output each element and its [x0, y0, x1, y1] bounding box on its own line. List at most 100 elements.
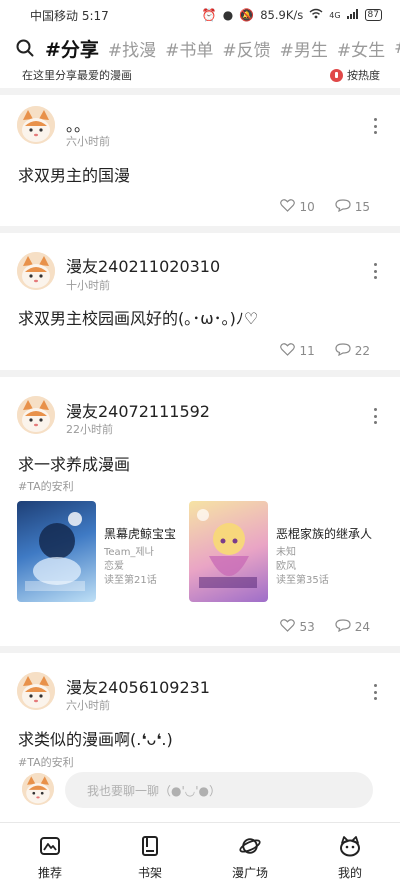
tab-overflow[interactable]: #	[394, 38, 400, 58]
like-button[interactable]: 53	[280, 619, 315, 635]
bottom-nav: 推荐 书架 漫广场 我的	[0, 822, 400, 889]
status-bar: 中国移动 5:17 ⏰ ● 🔕 85.9K/s 4G 87	[0, 0, 400, 30]
username[interactable]: 漫友240211020310	[66, 253, 220, 277]
manga-progress: 读至第21话	[104, 575, 157, 586]
sort-toggle[interactable]: 按热度	[330, 67, 380, 83]
like-button[interactable]: 11	[280, 343, 315, 359]
feed-subbar: 在这里分享最爱的漫画 按热度	[0, 66, 400, 84]
nav-manga-square[interactable]: 漫广场	[200, 823, 300, 889]
location-icon: ●	[222, 8, 234, 22]
nav-recommend[interactable]: 推荐	[0, 823, 100, 889]
bookshelf-icon	[139, 835, 161, 857]
status-left: 中国移动 5:17	[30, 7, 109, 24]
post-content[interactable]: 求一求养成漫画	[18, 451, 130, 475]
hot-icon	[330, 68, 343, 82]
recommend-tag[interactable]: #TA的安利	[18, 754, 74, 770]
feed-subtitle: 在这里分享最爱的漫画	[22, 69, 132, 82]
comment-button[interactable]: 22	[335, 343, 370, 359]
heart-icon	[280, 199, 296, 215]
post-stats: 10 15	[280, 199, 370, 215]
heart-icon	[280, 619, 296, 635]
heart-icon	[280, 343, 296, 359]
comment-icon	[335, 343, 351, 359]
tab-feedback[interactable]: #反馈	[222, 36, 270, 61]
status-right: ⏰ ● 🔕 85.9K/s 4G 87	[202, 8, 382, 22]
comment-button[interactable]: 15	[335, 199, 370, 215]
comment-icon	[335, 619, 351, 635]
more-icon[interactable]	[372, 263, 378, 279]
tab-booklist[interactable]: #书单	[165, 36, 213, 61]
mute-icon: 🔕	[239, 8, 255, 22]
more-icon[interactable]	[372, 408, 378, 424]
nav-label: 我的	[337, 866, 362, 880]
profile-icon	[339, 835, 361, 857]
search-icon[interactable]	[16, 37, 34, 59]
recommend-tag[interactable]: #TA的安利	[18, 478, 74, 494]
like-count: 11	[299, 344, 315, 358]
tab-share[interactable]: #分享	[45, 35, 99, 62]
comment-count: 15	[354, 200, 370, 214]
manga-title[interactable]: 黑幕虎鲸宝宝	[104, 525, 176, 542]
username[interactable]: 漫友24056109231	[66, 674, 210, 698]
comment-icon	[335, 199, 351, 215]
tab-female[interactable]: #女生	[337, 36, 385, 61]
manga-cover[interactable]	[17, 501, 96, 602]
post-time: 六小时前	[66, 135, 110, 148]
comment-button[interactable]: 24	[335, 619, 370, 635]
manga-author: 未知	[276, 547, 296, 558]
wifi-icon	[309, 8, 323, 22]
nav-bookshelf[interactable]: 书架	[100, 823, 200, 889]
signal-label: 4G	[329, 10, 341, 20]
tab-male[interactable]: #男生	[280, 36, 328, 61]
battery-level: 87	[367, 10, 379, 20]
divider	[0, 646, 400, 653]
carrier-name: 中国移动	[30, 8, 79, 23]
comment-count: 24	[354, 620, 370, 634]
nav-label: 漫广场	[231, 866, 268, 880]
manga-info: 恶棍家族的继承人 未知 欧风 读至第35话	[276, 501, 372, 602]
more-icon[interactable]	[372, 118, 378, 134]
post-stats: 53 24	[280, 619, 370, 635]
status-time: 5:17	[81, 8, 109, 23]
recommend-icon	[39, 835, 61, 857]
post-content[interactable]: 求类似的漫画啊(.❛ᴗ❛.)	[18, 726, 173, 750]
battery-icon: 87	[364, 9, 382, 21]
avatar[interactable]	[17, 396, 55, 434]
post-time: 十小时前	[66, 279, 110, 292]
manga-genre: 恋爱	[104, 561, 124, 572]
nav-profile[interactable]: 我的	[300, 823, 400, 889]
manga-genre: 欧风	[276, 561, 296, 572]
sort-label: 按热度	[347, 69, 380, 82]
manga-card[interactable]: 恶棍家族的继承人 未知 欧风 读至第35话	[189, 501, 372, 602]
post-content[interactable]: 求双男主的国漫	[18, 162, 130, 186]
post-time: 22小时前	[66, 423, 113, 436]
divider	[0, 370, 400, 377]
network-speed: 85.9K/s	[260, 8, 304, 22]
topic-tabs: #分享 #找漫 #书单 #反馈 #男生 #女生 #	[0, 33, 400, 63]
manga-author: Team_제나	[104, 547, 154, 558]
avatar[interactable]	[17, 106, 55, 144]
manga-title[interactable]: 恶棍家族的继承人	[276, 525, 372, 542]
current-user-avatar	[22, 773, 54, 805]
nav-label: 书架	[137, 866, 162, 880]
signal-icon	[346, 8, 359, 22]
comment-count: 22	[354, 344, 370, 358]
alarm-icon: ⏰	[201, 8, 217, 22]
username[interactable]: 漫友24072111592	[66, 398, 210, 422]
manga-cover[interactable]	[189, 501, 268, 602]
tab-find-manga[interactable]: #找漫	[108, 36, 156, 61]
avatar[interactable]	[17, 672, 55, 710]
like-count: 10	[299, 200, 315, 214]
post-stats: 11 22	[280, 343, 370, 359]
avatar[interactable]	[17, 252, 55, 290]
like-button[interactable]: 10	[280, 199, 315, 215]
post-content[interactable]: 求双男主校园画风好的(｡･ω･｡)ﾉ♡	[18, 305, 258, 329]
manga-progress: 读至第35话	[276, 575, 329, 586]
manga-card[interactable]: 黑幕虎鲸宝宝 Team_제나 恋爱 读至第21话	[17, 501, 176, 602]
divider	[0, 226, 400, 233]
more-icon[interactable]	[372, 684, 378, 700]
like-count: 53	[299, 620, 315, 634]
nav-label: 推荐	[37, 866, 62, 880]
post-time: 六小时前	[66, 699, 110, 712]
comment-input[interactable]: 我也要聊一聊（●'◡'●）	[65, 772, 373, 808]
